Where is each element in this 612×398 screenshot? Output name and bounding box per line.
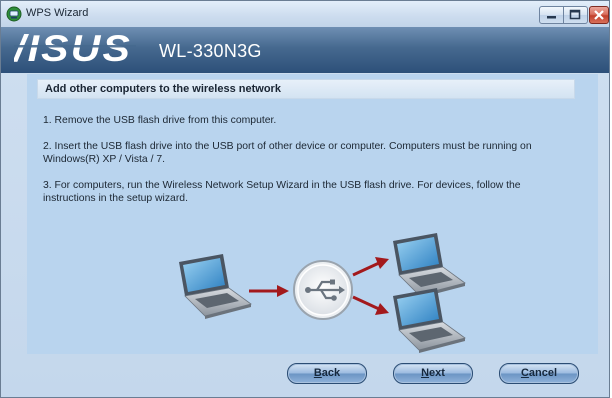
cancel-label: ancel — [528, 367, 558, 379]
next-button[interactable]: Next — [393, 363, 473, 384]
back-label: ack — [321, 367, 341, 379]
arrow-right-icon — [249, 285, 289, 297]
next-label: ext — [429, 367, 445, 379]
device-model: WL-330N3G — [159, 41, 262, 61]
next-accelerator: N — [421, 367, 430, 379]
arrow-down-right-icon — [352, 295, 389, 315]
laptop-icon — [392, 287, 466, 354]
back-accelerator: B — [313, 367, 322, 379]
laptop-icon — [178, 253, 252, 320]
usb-icon — [293, 260, 353, 320]
maximize-icon — [569, 9, 581, 20]
maximize-button[interactable] — [564, 6, 588, 24]
window-title: WPS Wizard — [26, 7, 89, 19]
minimize-button[interactable] — [539, 6, 564, 24]
svg-text:/ISUS: /ISUS — [14, 32, 132, 66]
usb-transfer-illustration — [178, 232, 466, 354]
wps-wizard-icon — [6, 6, 22, 22]
cancel-accelerator: C — [520, 367, 529, 379]
content-panel: Add other computers to the wireless netw… — [27, 74, 598, 354]
arrow-up-right-icon — [352, 257, 389, 277]
cancel-button[interactable]: Cancel — [499, 363, 579, 384]
laptop-icon — [392, 232, 466, 299]
header-banner: /ISUS WL-330N3G — [1, 27, 609, 73]
asus-logo: /ISUS — [14, 32, 136, 66]
close-button[interactable] — [589, 6, 609, 24]
close-icon — [594, 10, 604, 20]
minimize-icon — [547, 16, 556, 19]
back-button[interactable]: Back — [287, 363, 367, 384]
title-bar[interactable]: WPS Wizard — [1, 1, 609, 27]
wps-wizard-window: WPS Wizard /ISUS WL-330N3G Add other com… — [0, 0, 610, 398]
